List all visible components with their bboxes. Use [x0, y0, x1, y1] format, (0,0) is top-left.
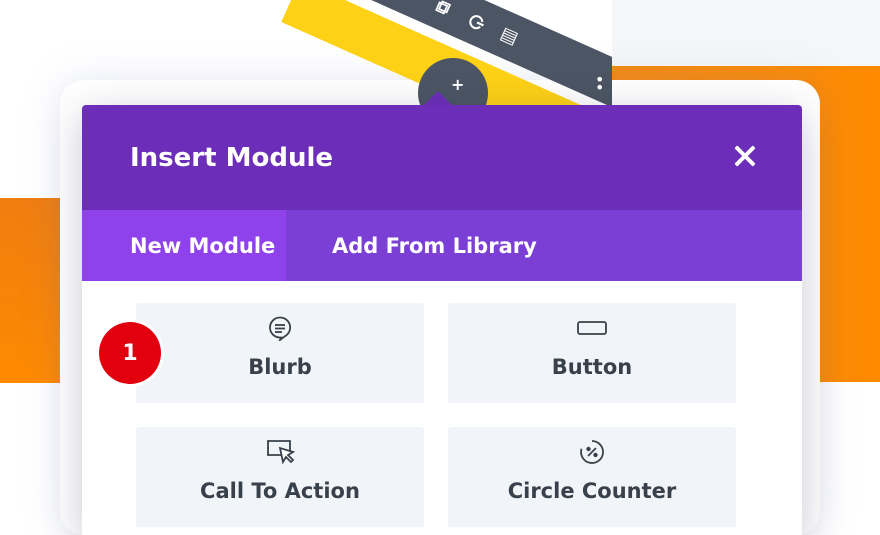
duplicate-icon[interactable]: ⧉ [431, 0, 455, 17]
more-options-icon[interactable]: • • [595, 72, 604, 96]
module-button[interactable]: Button [448, 303, 736, 403]
columns-icon[interactable]: ▥ [497, 25, 523, 49]
row-toolbar: ⧉ ⏻ ▥ • • [0, 0, 612, 110]
module-call-to-action[interactable]: Call To Action [136, 427, 424, 527]
module-label: Button [551, 355, 633, 379]
step-badge: 1 [99, 322, 161, 384]
close-icon[interactable] [732, 143, 758, 169]
cursor-click-icon [265, 437, 295, 467]
percent-circle-icon [578, 437, 606, 467]
power-icon[interactable]: ⏻ [463, 11, 488, 33]
tab-new-module[interactable]: New Module [82, 210, 286, 281]
plus-icon: + [451, 75, 465, 94]
module-blurb[interactable]: Blurb [136, 303, 424, 403]
tab-add-from-library[interactable]: Add From Library [286, 210, 583, 281]
background-panel [612, 0, 880, 70]
modal-tabs: New Module Add From Library [82, 210, 802, 281]
module-circle-counter[interactable]: Circle Counter [448, 427, 736, 527]
modal-header: Insert Module [82, 105, 802, 210]
module-label: Call To Action [200, 479, 360, 503]
module-label: Blurb [248, 355, 312, 379]
button-rectangle-icon [576, 313, 608, 343]
insert-module-modal: Insert Module New Module Add From Librar… [82, 105, 802, 535]
module-label: Circle Counter [507, 479, 677, 503]
module-grid: Blurb Button Call To Action Circle Count… [136, 303, 736, 527]
speech-bubble-icon [267, 313, 293, 343]
modal-pointer [424, 91, 452, 105]
modal-title: Insert Module [130, 143, 333, 173]
